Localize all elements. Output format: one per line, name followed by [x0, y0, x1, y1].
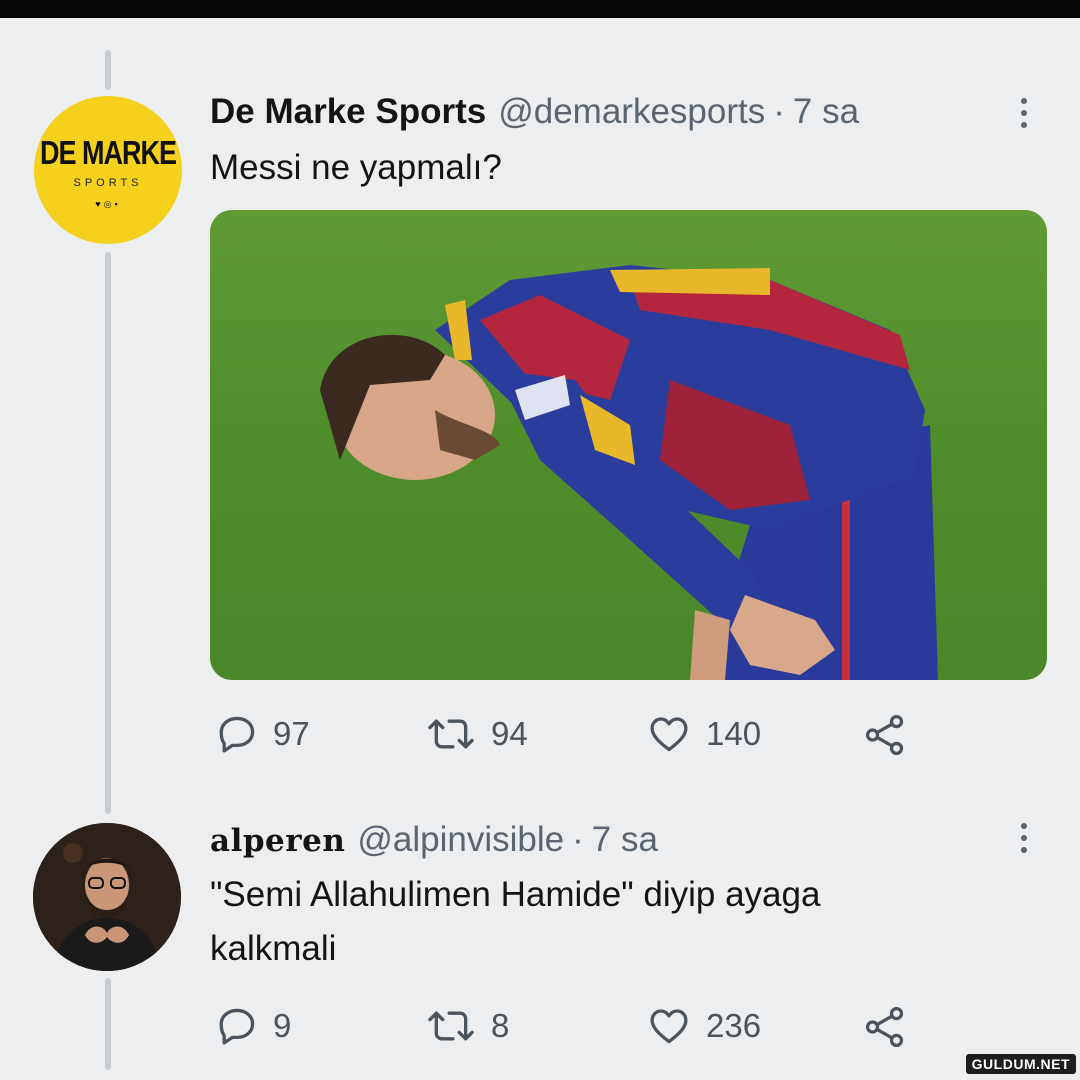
- reply-timestamp[interactable]: 7 sa: [592, 820, 658, 860]
- reply-text-line-1: "Semi Allahulimen Hamide" diyip ayaga: [210, 875, 821, 914]
- tweet-text: Messi ne yapmalı?: [210, 148, 502, 187]
- share-button[interactable]: [862, 712, 908, 758]
- retweet-icon: [428, 1011, 474, 1041]
- author-handle[interactable]: @demarkesports: [498, 92, 765, 132]
- reply-icon: [219, 716, 255, 753]
- tweet-actions: 97 94 140: [210, 712, 930, 762]
- reply-count: 97: [273, 715, 310, 752]
- heart-icon: [650, 717, 688, 752]
- reply-icon: [219, 1008, 255, 1045]
- retweet-count: 8: [491, 1007, 510, 1044]
- like-count: 140: [706, 715, 762, 752]
- share-icon: [865, 1006, 904, 1048]
- author-name[interactable]: De Marke Sports: [210, 92, 486, 132]
- share-button[interactable]: [862, 1004, 908, 1050]
- demarke-avatar[interactable]: DE MARKE SPORTS ♥◎▪: [34, 96, 182, 244]
- reply-count: 9: [273, 1007, 292, 1044]
- reply-text-line-2: kalkmali: [210, 929, 337, 968]
- avatar-logo-subtext: SPORTS: [73, 177, 143, 189]
- separator-dot: ·: [773, 92, 785, 131]
- site-watermark: GULDUM.NET: [965, 1054, 1076, 1074]
- thread-line-bottom: [105, 978, 111, 1070]
- avatar-social-icons: ♥◎▪: [95, 199, 121, 209]
- avatar-logo-text: DE MARKE: [39, 134, 177, 172]
- thread-line-middle: [105, 252, 111, 814]
- profile-photo: [33, 823, 181, 971]
- retweet-icon: [428, 719, 474, 749]
- reply-button[interactable]: 97: [215, 712, 310, 756]
- alperen-avatar[interactable]: [33, 823, 181, 971]
- more-vertical-icon[interactable]: [1019, 823, 1029, 853]
- reply-actions: 9 8 236: [210, 1004, 930, 1054]
- heart-icon: [650, 1009, 688, 1044]
- more-vertical-icon[interactable]: [1019, 98, 1029, 128]
- reply-button[interactable]: 9: [215, 1004, 291, 1048]
- retweet-count: 94: [491, 715, 528, 752]
- thread-line-top: [105, 50, 111, 90]
- like-button[interactable]: 140: [646, 712, 761, 756]
- tweet-header: De Marke Sports @demarkesports · 7 sa: [210, 92, 859, 132]
- reply-author-name[interactable]: alperen: [210, 823, 345, 859]
- share-icon: [865, 714, 904, 756]
- top-black-bar: [0, 0, 1080, 18]
- reply-header: alperen @alpinvisible · 7 sa: [210, 820, 658, 860]
- separator-dot: ·: [572, 820, 584, 859]
- tweet-photo[interactable]: [210, 210, 1047, 680]
- like-button[interactable]: 236: [646, 1004, 761, 1048]
- tweet-timestamp[interactable]: 7 sa: [793, 92, 859, 132]
- retweet-button[interactable]: 94: [425, 712, 528, 756]
- reply-author-handle[interactable]: @alpinvisible: [357, 820, 564, 860]
- like-count: 236: [706, 1007, 762, 1044]
- retweet-button[interactable]: 8: [425, 1004, 509, 1048]
- photo-player-bending: [210, 210, 1047, 680]
